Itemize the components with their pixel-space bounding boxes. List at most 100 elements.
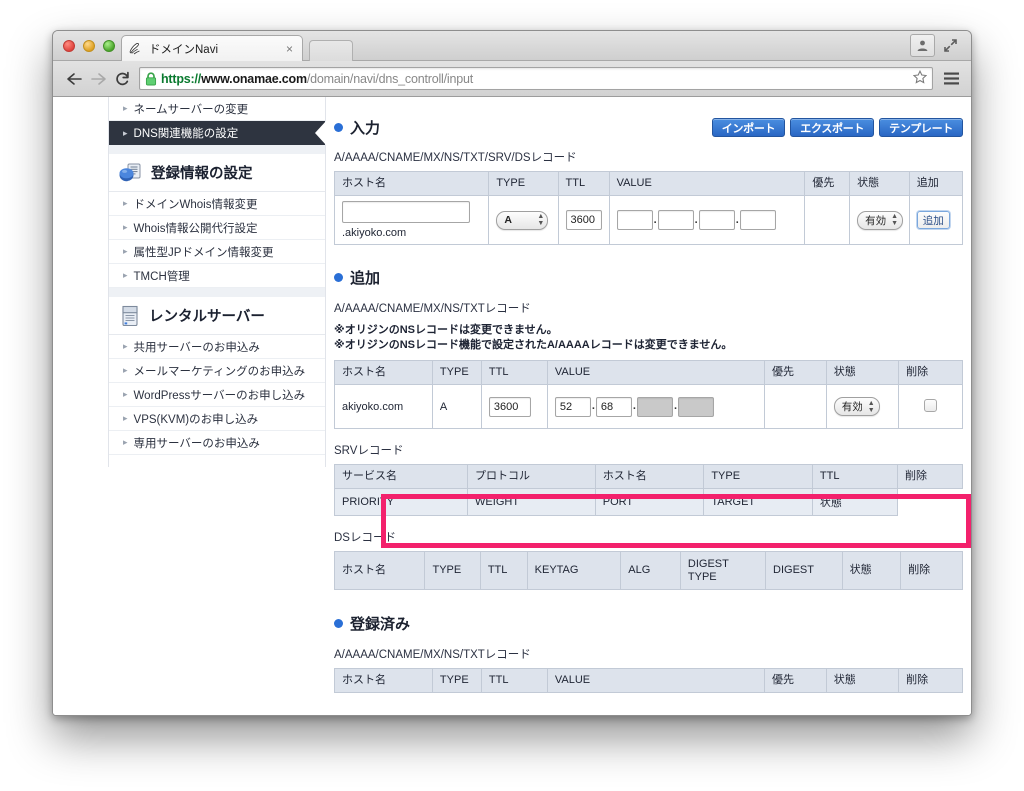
import-button[interactable]: インポート — [711, 118, 786, 137]
col-value: VALUE — [546, 360, 765, 385]
col-priority: 優先 — [763, 360, 827, 385]
col-type: TYPE — [424, 551, 481, 590]
cell-state: 有効 ▲ ▼ — [825, 384, 900, 429]
stepper-icon: ▲ ▼ — [537, 213, 545, 227]
window-controls — [910, 34, 963, 57]
cell-weight: WEIGHT — [467, 488, 596, 516]
sidebar-top-group: ▸ ネームサーバーの変更 ▸ DNS関連機能の設定 — [108, 97, 326, 145]
sidebar-item-mail-marketing[interactable]: ▸ メールマーケティングのお申込み — [109, 359, 325, 383]
sidebar-item-dedicated-server[interactable]: ▸ 専用サーバーのお申込み — [109, 431, 325, 455]
address-bar[interactable]: https://www.onamae.com/domain/navi/dns_c… — [139, 67, 933, 90]
col-type: TYPE — [703, 464, 813, 489]
ttl-input[interactable]: 3600 — [565, 210, 602, 230]
registration-info-disc-icon — [119, 163, 143, 183]
sidebar-group-registration: 登録情報の設定 ▸ ドメインWhois情報変更 ▸ Whois情報公開代行設定 … — [108, 154, 326, 288]
col-type: TYPE — [488, 171, 559, 196]
sidebar-divider — [108, 145, 326, 154]
sidebar-item-label: メールマーケティングのお申込み — [133, 365, 306, 378]
sidebar-item-whois-change[interactable]: ▸ ドメインWhois情報変更 — [109, 192, 325, 216]
template-button[interactable]: テンプレート — [879, 118, 963, 137]
chevron-right-icon: ▸ — [123, 365, 128, 375]
new-tab-button[interactable] — [309, 40, 353, 61]
col-type: TYPE — [431, 668, 482, 693]
sidebar-heading-registration: 登録情報の設定 — [109, 154, 325, 192]
chevron-right-icon: ▸ — [123, 437, 128, 447]
col-priority: 優先 — [804, 171, 851, 196]
forward-arrow-icon[interactable] — [86, 67, 110, 91]
state-select[interactable]: 有効 ▲ ▼ — [833, 397, 880, 416]
sidebar-item-nameserver[interactable]: ▸ ネームサーバーの変更 — [109, 97, 325, 121]
sidebar-item-label: ネームサーバーの変更 — [133, 103, 249, 116]
col-state: 状態 — [825, 668, 900, 693]
sidebar-heading-rental-server: レンタルサーバー — [109, 297, 325, 335]
add-section-title: 追加 — [334, 267, 963, 288]
cell-empty — [898, 489, 963, 516]
browser-window: ドメインNavi × https:// www.onamae.com /doma… — [52, 30, 972, 716]
registered-section-title: 登録済み — [334, 613, 963, 634]
chevron-right-icon: ▸ — [123, 222, 128, 232]
value-octet-3-input[interactable] — [698, 210, 735, 230]
value-octet-1-input[interactable] — [616, 210, 653, 230]
col-type: TYPE — [431, 360, 482, 385]
reload-icon[interactable] — [110, 67, 134, 91]
cell-priority — [804, 195, 851, 245]
sidebar-item-jp-domain-info[interactable]: ▸ 属性型JPドメイン情報変更 — [109, 240, 325, 264]
profile-avatar-icon[interactable] — [910, 34, 935, 57]
value-octet-4-input[interactable] — [678, 396, 715, 417]
delete-checkbox[interactable] — [924, 398, 938, 412]
sidebar-item-dns-settings[interactable]: ▸ DNS関連機能の設定 — [109, 121, 326, 145]
browser-titlebar: ドメインNavi × — [53, 31, 971, 61]
ttl-input[interactable]: 3600 — [488, 396, 531, 417]
cell-port: PORT — [594, 488, 705, 516]
srv-record-table: サービス名 プロトコル ホスト名 TYPE TTL 削除 PRIORITY WE… — [333, 464, 963, 516]
host-input[interactable] — [342, 201, 470, 223]
chevron-right-icon: ▸ — [123, 127, 128, 138]
state-select[interactable]: 有効 ▲ ▼ — [857, 210, 904, 230]
col-ttl: TTL — [480, 668, 548, 693]
value-octet-2-input[interactable]: 68 — [595, 396, 632, 417]
sidebar-item-tmch[interactable]: ▸ TMCH管理 — [109, 264, 325, 288]
url-scheme: https:// — [161, 71, 202, 86]
chevron-right-icon: ▸ — [123, 198, 128, 208]
star-icon[interactable] — [907, 69, 928, 87]
col-ttl: TTL — [479, 551, 528, 590]
section-title-text: 入力 — [350, 120, 381, 137]
sidebar-item-whois-proxy[interactable]: ▸ Whois情報公開代行設定 — [109, 216, 325, 240]
export-button[interactable]: エクスポート — [790, 118, 875, 137]
cell-priority: PRIORITY — [333, 488, 469, 516]
browser-tab[interactable]: ドメインNavi × — [121, 35, 303, 61]
url-path: /domain/navi/dns_controll/input — [306, 71, 473, 86]
cell-host: akiyoko.com — [334, 384, 433, 429]
col-ttl: TTL — [811, 464, 899, 489]
browser-toolbar: https://www.onamae.com/domain/navi/dns_c… — [53, 61, 971, 97]
sidebar-item-shared-server[interactable]: ▸ 共用サーバーのお申込み — [109, 335, 325, 359]
back-arrow-icon[interactable] — [62, 67, 86, 91]
tab-close-icon[interactable]: × — [283, 42, 296, 56]
cell-state: 状態 — [811, 488, 899, 516]
rental-server-icon — [119, 305, 141, 327]
value-octet-1-input[interactable]: 52 — [554, 396, 591, 417]
value-octet-4-input[interactable] — [739, 210, 776, 230]
table-row: .akiyoko.com A ▲ ▼ 3600 ... 有効 ▲ ▼ 追加 — [333, 195, 964, 245]
table-header-row: ホスト名 TYPE TTL KEYTAG ALG DIGEST TYPE DIG… — [333, 551, 963, 590]
type-select[interactable]: A ▲ ▼ — [496, 210, 549, 230]
sidebar-item-vps-kvm[interactable]: ▸ VPS(KVM)のお申し込み — [109, 407, 325, 431]
value-octet-3-input[interactable] — [636, 396, 673, 417]
fullscreen-icon[interactable] — [938, 34, 963, 57]
add-button[interactable]: 追加 — [916, 211, 950, 229]
input-section-title: 入力 — [334, 117, 380, 138]
col-ttl: TTL — [557, 171, 610, 196]
col-delete: 削除 — [897, 464, 963, 489]
window-zoom-button[interactable] — [103, 40, 115, 52]
sidebar-item-wordpress-server[interactable]: ▸ WordPressサーバーのお申し込み — [109, 383, 325, 407]
srv-record-label: SRVレコード — [334, 445, 404, 457]
input-record-table: ホスト名 TYPE TTL VALUE 優先 状態 追加 .akiyoko.co… — [333, 171, 964, 245]
value-octet-2-input[interactable] — [657, 210, 694, 230]
add-note-1: ※オリジンのNSレコードは変更できません。 — [334, 324, 558, 336]
add-note-2: ※オリジンのNSレコード機能で設定されたA/AAAAレコードは変更できません。 — [334, 339, 733, 351]
window-close-button[interactable] — [63, 40, 75, 52]
table-header-row: ホスト名 TYPE TTL VALUE 優先 状態 追加 — [333, 171, 964, 196]
host-suffix-label: .akiyoko.com — [342, 227, 407, 239]
window-minimize-button[interactable] — [83, 40, 95, 52]
hamburger-menu-icon[interactable] — [940, 72, 962, 85]
